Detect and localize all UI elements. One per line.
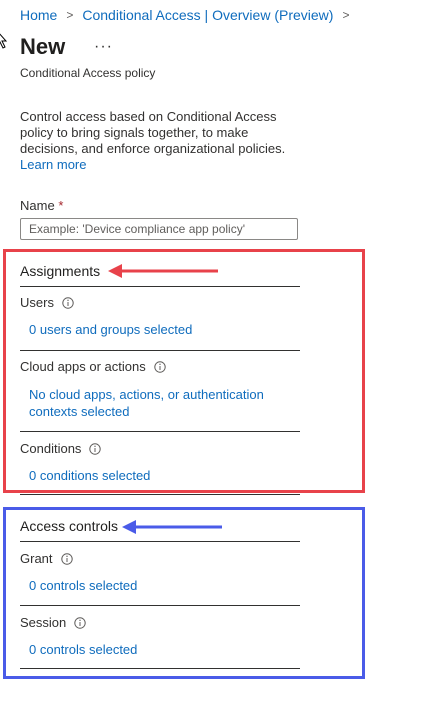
learn-more-link[interactable]: Learn more [20, 157, 86, 172]
policy-name-input[interactable] [20, 218, 298, 240]
page-subtitle: Conditional Access policy [20, 66, 156, 80]
breadcrumb: Home > Conditional Access | Overview (Pr… [20, 7, 358, 23]
divider [20, 494, 300, 495]
more-options-button[interactable]: ··· [94, 38, 113, 56]
required-asterisk: * [58, 198, 64, 213]
name-label-text: Name [20, 198, 55, 213]
breadcrumb-separator: > [342, 8, 350, 22]
breadcrumb-home-link[interactable]: Home [20, 7, 57, 23]
mouse-cursor-icon [0, 33, 8, 49]
assignments-highlight-box [3, 249, 365, 493]
access-controls-highlight-box [3, 507, 365, 679]
policy-description: Control access based on Conditional Acce… [20, 109, 295, 173]
breadcrumb-separator: > [66, 8, 74, 22]
description-text: Control access based on Conditional Acce… [20, 109, 286, 156]
page-title: New [20, 34, 66, 59]
name-field-label: Name * [20, 198, 63, 213]
breadcrumb-overview-link[interactable]: Conditional Access | Overview (Preview) [82, 7, 333, 23]
